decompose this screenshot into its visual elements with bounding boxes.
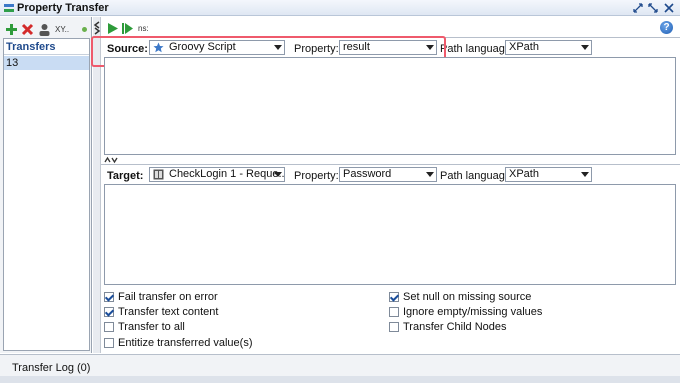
target-path-language-label: Path language: <box>440 170 515 182</box>
option-ignore-empty-missing-values[interactable]: Ignore empty/missing values <box>389 305 542 319</box>
target-path-language-value: XPath <box>509 168 539 180</box>
divider <box>101 164 680 165</box>
target-select[interactable]: CheckLogin 1 - Reque... <box>149 167 285 182</box>
source-path-language-select[interactable]: XPath <box>505 40 592 55</box>
option-fail-transfer-on-error[interactable]: Fail transfer on error <box>104 290 218 304</box>
target-value: CheckLogin 1 - Reque... <box>169 168 285 180</box>
transfers-list: Transfers 13 <box>3 38 90 351</box>
chevron-down-icon <box>581 172 589 177</box>
checkbox[interactable] <box>104 338 114 348</box>
option-transfer-text-content[interactable]: Transfer text content <box>104 305 218 319</box>
checkbox[interactable] <box>104 292 114 302</box>
option-label: Set null on missing source <box>403 291 532 303</box>
property-transfer-icon <box>4 4 14 12</box>
option-transfer-to-all[interactable]: Transfer to all <box>104 320 185 334</box>
close-icon[interactable] <box>663 2 675 14</box>
option-label: Ignore empty/missing values <box>403 306 543 318</box>
bottom-strip <box>0 376 680 383</box>
collapse-arrows-icon[interactable] <box>93 21 101 35</box>
test-request-icon <box>153 169 164 180</box>
source-path-language-label: Path language: <box>440 43 515 55</box>
chevron-down-icon <box>581 45 589 50</box>
checkbox[interactable] <box>389 307 399 317</box>
horizontal-splitter[interactable] <box>104 156 676 164</box>
status-dot-icon <box>82 27 87 32</box>
target-path-language-select[interactable]: XPath <box>505 167 592 182</box>
target-property-value: Password <box>343 168 392 180</box>
option-label: Transfer to all <box>118 321 185 333</box>
vertical-splitter[interactable] <box>93 17 101 353</box>
chevron-down-icon <box>426 172 434 177</box>
transfer-log-tab[interactable]: Transfer Log (0) <box>12 362 90 374</box>
add-icon[interactable] <box>5 23 18 36</box>
restore-icon[interactable] <box>632 2 644 14</box>
run-icon[interactable] <box>106 22 119 35</box>
namespace-label[interactable]: ns: <box>138 24 149 33</box>
option-set-null-on-missing-source[interactable]: Set null on missing source <box>389 290 531 304</box>
toolbar-extra-label[interactable]: XY.. <box>55 25 69 34</box>
delete-icon[interactable] <box>21 23 34 36</box>
checkbox[interactable] <box>104 307 114 317</box>
run-all-icon[interactable] <box>121 22 134 35</box>
option-label: Entitize transferred value(s) <box>118 337 253 349</box>
source-expression-area[interactable] <box>104 57 676 155</box>
transfer-item-13[interactable]: 13 <box>4 56 89 70</box>
checkbox[interactable] <box>104 322 114 332</box>
source-path-language-value: XPath <box>509 41 539 53</box>
option-label: Fail transfer on error <box>118 291 218 303</box>
target-property-label: Property: <box>294 170 339 182</box>
target-expression-area[interactable] <box>104 184 676 285</box>
option-label: Transfer text content <box>118 306 219 318</box>
chevron-down-icon <box>274 172 282 177</box>
target-property-select[interactable]: Password <box>339 167 437 182</box>
checkbox[interactable] <box>389 322 399 332</box>
title-bar: Property Transfer <box>0 0 680 16</box>
help-icon[interactable]: ? <box>660 21 673 34</box>
checkbox[interactable] <box>389 292 399 302</box>
collapse-arrows-icon[interactable] <box>104 156 118 164</box>
window-title: Property Transfer <box>17 2 109 14</box>
user-icon[interactable] <box>38 23 51 36</box>
target-label: Target: <box>107 170 144 182</box>
option-entitize-transferred-values[interactable]: Entitize transferred value(s) <box>104 336 253 350</box>
option-label: Transfer Child Nodes <box>403 321 507 333</box>
option-transfer-child-nodes[interactable]: Transfer Child Nodes <box>389 320 507 334</box>
transfers-header: Transfers <box>4 39 89 55</box>
maximize-icon[interactable] <box>647 2 659 14</box>
